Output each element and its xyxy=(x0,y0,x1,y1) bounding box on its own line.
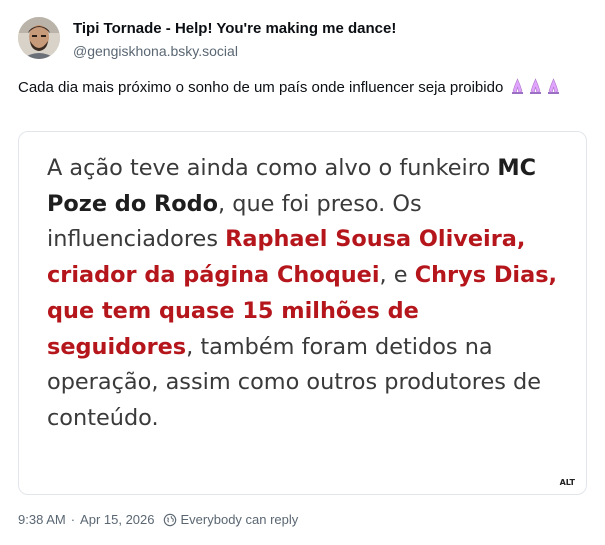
quote-text-3: , e xyxy=(379,262,415,289)
image-embed[interactable]: A ação teve ainda como alvo o funkeiro M… xyxy=(18,131,587,495)
praying-hands-emoji-icon xyxy=(510,78,525,100)
user-avatar xyxy=(18,17,60,59)
avatar[interactable] xyxy=(18,17,60,59)
post-date[interactable]: Apr 15, 2026 xyxy=(80,512,154,527)
post: Tipi Tornade - Help! You're making me da… xyxy=(0,0,605,545)
praying-hands-emoji-icon xyxy=(546,78,561,100)
alt-badge[interactable]: ALT xyxy=(556,477,578,488)
praying-hands-emoji-icon xyxy=(528,78,543,100)
post-meta: 9:38 AM · Apr 15, 2026 Everybody can rep… xyxy=(18,512,298,527)
reply-setting[interactable]: Everybody can reply xyxy=(181,512,299,527)
globe-icon xyxy=(163,513,176,526)
author-display-name[interactable]: Tipi Tornade - Help! You're making me da… xyxy=(73,20,396,37)
post-text: Cada dia mais próximo o sonho de um país… xyxy=(18,77,578,100)
quote-text-1: A ação teve ainda como alvo o funkeiro xyxy=(47,155,498,181)
post-body: Cada dia mais próximo o sonho de um país… xyxy=(18,79,504,96)
quote-image-text: A ação teve ainda como alvo o funkeiro M… xyxy=(47,151,567,437)
meta-separator: · xyxy=(70,512,76,527)
post-time[interactable]: 9:38 AM xyxy=(18,512,66,527)
author-handle[interactable]: @gengiskhona.bsky.social xyxy=(73,43,238,59)
